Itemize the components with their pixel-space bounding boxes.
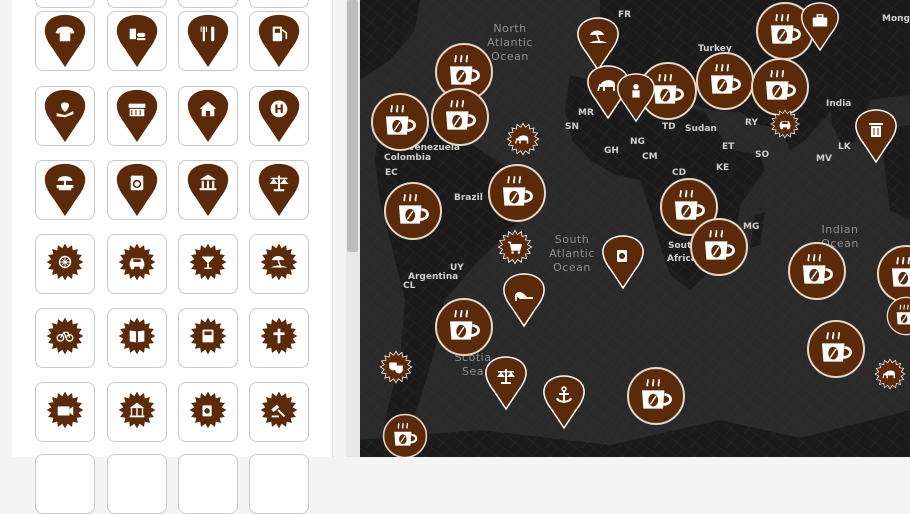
hospital-icon: H: [256, 88, 302, 150]
icon-option-car[interactable]: [107, 234, 167, 294]
restaurant-icon: [185, 13, 231, 75]
country-label: Argentina: [408, 272, 459, 282]
icon-option-fountain[interactable]: [35, 160, 95, 220]
icon-option-fuel[interactable]: [249, 11, 309, 71]
icon-option-restaurant[interactable]: [178, 11, 238, 71]
map-view[interactable]: North Atlantic Ocean South Atlantic Ocean…: [360, 0, 910, 457]
country-label: SO: [755, 150, 770, 160]
icon-option-home[interactable]: [178, 86, 238, 146]
icon-option-atm[interactable]: [178, 308, 238, 368]
country-label: GH: [604, 146, 619, 156]
tshirt-icon: [42, 13, 88, 75]
icon-option-partial[interactable]: [249, 0, 309, 8]
country-label: TD: [662, 122, 676, 132]
icon-option-cocktail[interactable]: [178, 234, 238, 294]
icon-option-auction[interactable]: [249, 382, 309, 442]
country-label: MV: [816, 154, 832, 164]
svg-text:H: H: [274, 102, 284, 116]
market-stall-icon: [114, 88, 160, 150]
icon-option-laundry[interactable]: [107, 160, 167, 220]
icon-option-tshirt[interactable]: [35, 11, 95, 71]
carousel-icon: [115, 388, 159, 436]
country-label: RY: [745, 118, 758, 128]
country-label: Mong: [882, 14, 910, 24]
church-cross-icon: [257, 314, 301, 362]
icon-option-book[interactable]: [107, 308, 167, 368]
country-label: UY: [450, 263, 464, 273]
laundry-icon: [114, 162, 160, 224]
icon-option-museum[interactable]: [178, 160, 238, 220]
country-label: KE: [716, 163, 730, 173]
car-icon: [115, 240, 159, 288]
icon-option-beach[interactable]: [249, 234, 309, 294]
atm-icon: [186, 314, 230, 362]
icon-option-camera[interactable]: [35, 382, 95, 442]
auction-icon: [257, 388, 301, 436]
cocktail-icon: [186, 240, 230, 288]
icon-option-partial[interactable]: [107, 0, 167, 8]
icon-option-hospital[interactable]: H: [249, 86, 309, 146]
icon-option-partial[interactable]: [107, 454, 167, 514]
country-label: EC: [385, 168, 398, 178]
icon-option-partial[interactable]: [249, 454, 309, 514]
icon-sidebar: H: [0, 0, 346, 514]
icon-option-church-cross[interactable]: [249, 308, 309, 368]
icon-option-coffee-shop[interactable]: [178, 382, 238, 442]
country-label: CM: [642, 152, 658, 162]
beach-icon: [257, 240, 301, 288]
country-label: India: [826, 99, 852, 109]
icon-option-ferris-wheel[interactable]: [35, 234, 95, 294]
coffee-shop-icon: [186, 388, 230, 436]
fast-food-icon: [114, 13, 160, 75]
fountain-icon: [42, 162, 88, 224]
icon-option-carousel[interactable]: [107, 382, 167, 442]
icon-option-fast-food[interactable]: [107, 11, 167, 71]
home-icon: [185, 88, 231, 150]
icon-option-market-stall[interactable]: [107, 86, 167, 146]
icon-option-partial[interactable]: [178, 0, 238, 8]
ocean-label: South Atlantic Ocean: [549, 233, 595, 274]
country-label: Colombia: [384, 153, 432, 163]
fuel-icon: [256, 13, 302, 75]
country-label: Brazil: [454, 193, 483, 203]
camera-icon: [43, 388, 87, 436]
country-label: ET: [722, 142, 735, 152]
country-label: SN: [565, 122, 580, 132]
country-label: CL: [403, 281, 416, 291]
country-label: Sudan: [685, 124, 717, 134]
icon-option-justice-scale[interactable]: [249, 160, 309, 220]
country-label: LK: [838, 142, 851, 152]
icon-option-partial[interactable]: [35, 0, 95, 8]
ferris-wheel-icon: [43, 240, 87, 288]
bicycle-icon: [43, 314, 87, 362]
icon-option-partial[interactable]: [35, 454, 95, 514]
icon-option-bicycle[interactable]: [35, 308, 95, 368]
justice-scale-icon: [256, 162, 302, 224]
country-label: NG: [630, 137, 645, 147]
museum-icon: [185, 162, 231, 224]
sidebar-scrollbar-thumb[interactable]: [347, 0, 358, 252]
book-icon: [115, 314, 159, 362]
icon-option-partial[interactable]: [178, 454, 238, 514]
plant-hand-icon: [42, 88, 88, 150]
icon-option-plant-hand[interactable]: [35, 86, 95, 146]
